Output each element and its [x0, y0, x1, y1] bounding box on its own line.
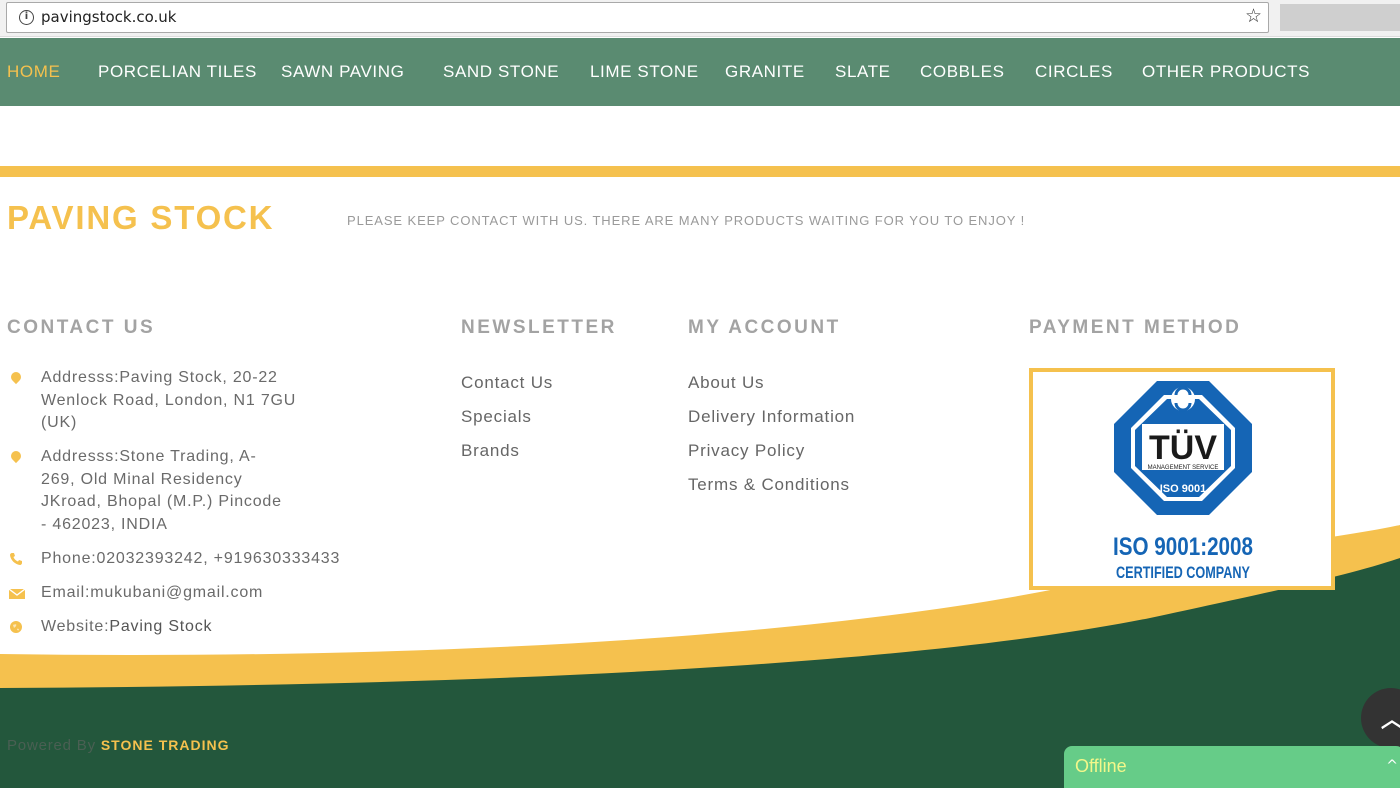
website-prefix: Website: — [41, 618, 110, 635]
nav-item-home[interactable]: HOME — [7, 62, 60, 82]
live-chat-widget[interactable]: Offline ^ — [1064, 746, 1400, 788]
link-delivery-information[interactable]: Delivery Information — [688, 407, 855, 427]
iso-small-text: ISO 9001 — [1160, 483, 1206, 495]
powered-by-label: Powered By — [7, 737, 96, 754]
powered-by-brand-link[interactable]: STONE TRADING — [101, 737, 230, 753]
nav-item-other-products[interactable]: OTHER PRODUCTS — [1142, 62, 1310, 82]
address-line: Wenlock Road, London, N1 7GU — [41, 391, 297, 409]
footer-top-border — [0, 166, 1400, 177]
scroll-to-top-button[interactable]: ︿ — [1361, 688, 1400, 748]
nav-item-sawn-paving[interactable]: SAWN PAVING — [281, 62, 404, 82]
phone-text: Phone:02032393242, +919630333433 — [41, 550, 341, 567]
powered-by: Powered By STONE TRADING — [7, 737, 229, 754]
website-text: Website:Paving Stock — [41, 616, 212, 639]
iso-certification-badge: TÜV MANAGEMENT SERVICE ISO 9001 ISO 9001… — [1029, 368, 1335, 590]
nav-item-granite[interactable]: GRANITE — [725, 62, 805, 82]
globe-icon — [9, 619, 23, 633]
tuv-logo: TÜV MANAGEMENT SERVICE ISO 9001 ISO 9001… — [1113, 381, 1253, 582]
my-account-heading: MY ACCOUNT — [688, 317, 841, 338]
email-text[interactable]: Email:mukubani@gmail.com — [41, 582, 263, 605]
link-about-us[interactable]: About Us — [688, 373, 764, 393]
location-pin-icon — [8, 448, 24, 464]
url-field[interactable]: i pavingstock.co.uk ☆ — [6, 2, 1269, 33]
link-terms-conditions[interactable]: Terms & Conditions — [688, 475, 850, 495]
location-pin-icon — [8, 369, 24, 385]
browser-address-bar: i pavingstock.co.uk ☆ — [0, 0, 1400, 37]
nav-item-lime-stone[interactable]: LIME STONE — [590, 62, 699, 82]
tuv-service-text: MANAGEMENT SERVICE — [1148, 465, 1219, 471]
link-privacy-policy[interactable]: Privacy Policy — [688, 441, 805, 461]
address-line: Addresss:Stone Trading, A- — [41, 448, 257, 465]
bookmark-star-icon[interactable]: ☆ — [1245, 5, 1262, 27]
main-navigation: HOME PORCELIAN TILES SAWN PAVING SAND ST… — [0, 38, 1400, 106]
address-line: Addresss:Paving Stock, 20-22 — [41, 369, 278, 386]
certified-company-text: CERTIFIED COMPANY — [1116, 563, 1250, 582]
address-line: - 462023, INDIA — [41, 515, 168, 533]
url-text[interactable]: pavingstock.co.uk — [41, 8, 176, 26]
envelope-icon — [8, 585, 26, 599]
contact-us-heading: CONTACT US — [7, 317, 156, 338]
footer-brand-title: PAVING STOCK — [7, 199, 275, 236]
newsletter-heading: NEWSLETTER — [461, 317, 617, 338]
nav-item-slate[interactable]: SLATE — [835, 62, 891, 82]
phone-icon — [9, 551, 23, 565]
iso-certification-text: ISO 9001:2008 — [1113, 533, 1253, 561]
address-line: 269, Old Minal Residency — [41, 470, 243, 488]
browser-extension-area — [1280, 4, 1400, 31]
link-specials[interactable]: Specials — [461, 407, 532, 427]
chat-status: Offline — [1075, 756, 1127, 776]
nav-item-sand-stone[interactable]: SAND STONE — [443, 62, 559, 82]
info-icon[interactable]: i — [19, 10, 34, 25]
address-line: (UK) — [41, 414, 78, 432]
footer-tagline: PLEASE KEEP CONTACT WITH US. THERE ARE M… — [347, 213, 1026, 228]
chevron-up-icon[interactable]: ^ — [1386, 758, 1398, 774]
tuv-text: TÜV — [1149, 429, 1217, 467]
payment-method-heading: PAYMENT METHOD — [1029, 317, 1242, 338]
chevron-up-icon: ︿ — [1381, 702, 1400, 734]
link-brands[interactable]: Brands — [461, 441, 520, 461]
nav-item-circles[interactable]: CIRCLES — [1035, 62, 1113, 82]
website-link[interactable]: Paving Stock — [109, 618, 212, 635]
nav-item-porcelian-tiles[interactable]: PORCELIAN TILES — [98, 62, 257, 82]
link-contact-us[interactable]: Contact Us — [461, 373, 553, 393]
address-line: JKroad, Bhopal (M.P.) Pincode — [41, 493, 282, 511]
nav-item-cobbles[interactable]: COBBLES — [920, 62, 1005, 82]
